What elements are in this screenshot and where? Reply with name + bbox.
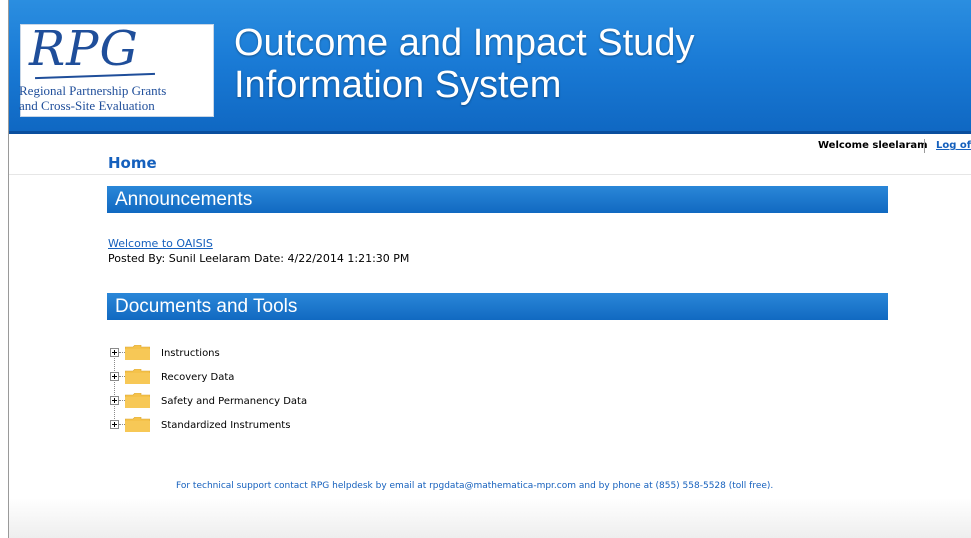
logo-text-line1: Regional Partnership Grants [19, 83, 167, 98]
folder-icon [125, 345, 150, 360]
rpg-logo[interactable]: RPG Regional Partnership Grants and Cros… [19, 21, 214, 117]
announcement-link[interactable]: Welcome to OAISIS [108, 237, 213, 250]
logo-text-line2: and Cross-Site Evaluation [19, 98, 155, 113]
user-bar-divider [924, 139, 925, 153]
tree-connector-vertical [114, 406, 115, 419]
page-bottom-fade [8, 498, 971, 538]
folder-icon [125, 417, 150, 432]
folder-icon [125, 369, 150, 384]
page-title: Home [108, 154, 157, 172]
support-footer: For technical support contact RPG helpde… [176, 481, 774, 491]
folder-icon [125, 393, 150, 408]
tree-connector-vertical [114, 382, 115, 395]
system-title-line1: Outcome and Impact Study [234, 22, 695, 64]
system-title-line2: Information System [234, 64, 562, 106]
logoff-link[interactable]: Log of [936, 140, 971, 151]
welcome-message: Welcome sleelaram [818, 140, 928, 151]
expand-plus-icon[interactable] [110, 420, 119, 429]
tree-connector-vertical [114, 358, 115, 371]
documents-tools-header: Documents and Tools [107, 293, 888, 320]
tree-item-label[interactable]: Instructions [161, 348, 220, 359]
page-left-border [0, 0, 9, 538]
tree-item-label[interactable]: Safety and Permanency Data [161, 396, 307, 407]
header-divider [8, 174, 971, 175]
tree-item-label[interactable]: Recovery Data [161, 372, 234, 383]
announcements-header: Announcements [107, 186, 888, 213]
tree-item-label[interactable]: Standardized Instruments [161, 420, 290, 431]
expand-plus-icon[interactable] [110, 348, 119, 357]
system-title: Outcome and Impact Study Information Sys… [234, 22, 694, 106]
logo-mark: RPG [29, 21, 139, 77]
announcement-meta: Posted By: Sunil Leelaram Date: 4/22/201… [108, 252, 410, 265]
expand-plus-icon[interactable] [110, 372, 119, 381]
expand-plus-icon[interactable] [110, 396, 119, 405]
site-header: RPG Regional Partnership Grants and Cros… [8, 0, 971, 134]
